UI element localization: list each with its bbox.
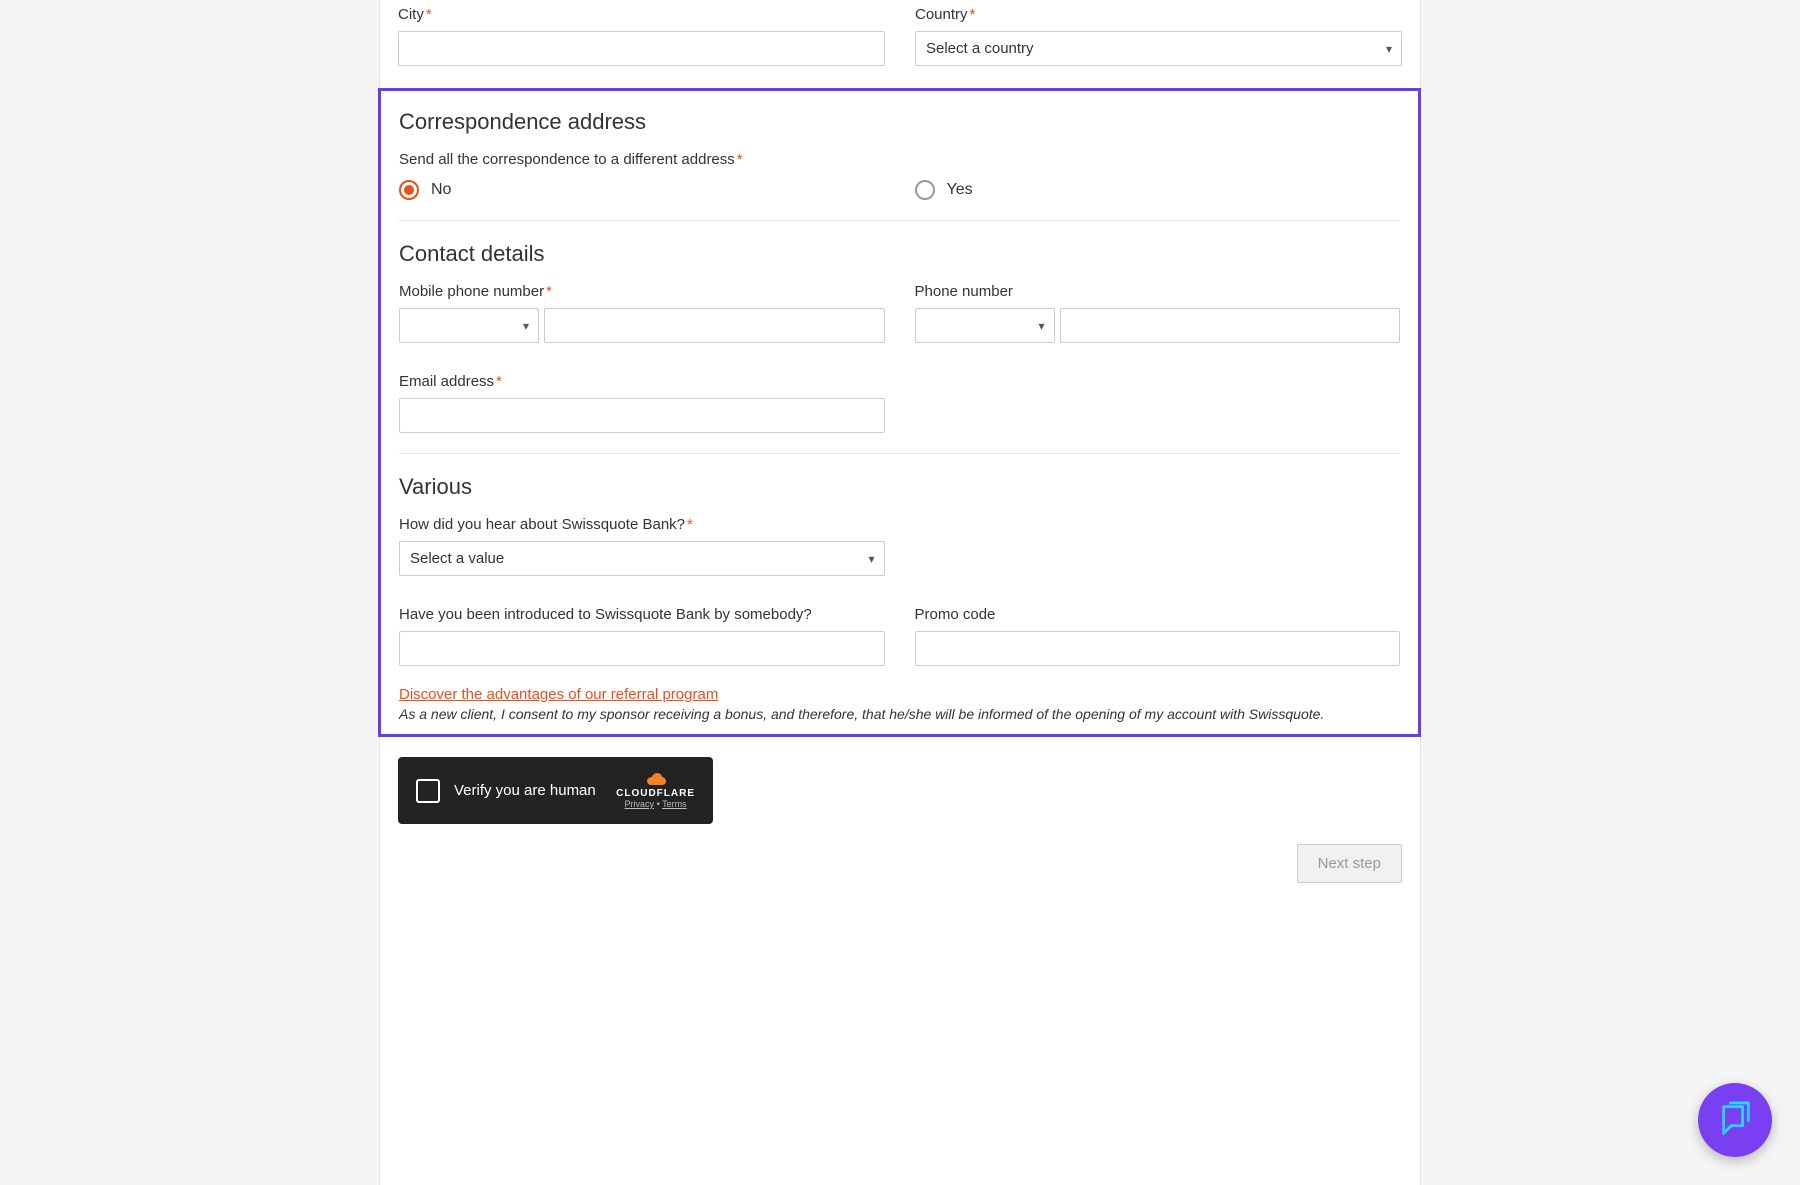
introduced-promo-row: Have you been introduced to Swissquote B… xyxy=(399,606,1400,666)
phone-field: Phone number xyxy=(915,283,1401,343)
correspondence-question: Send all the correspondence to a differe… xyxy=(399,151,1400,168)
cloudflare-cloud-icon xyxy=(644,772,668,786)
introduced-input[interactable] xyxy=(399,631,885,666)
introduced-field: Have you been introduced to Swissquote B… xyxy=(399,606,885,666)
correspondence-radio-group: No Yes xyxy=(399,180,1400,200)
radio-no-label: No xyxy=(431,181,451,199)
promo-label: Promo code xyxy=(915,606,1401,623)
help-chat-icon xyxy=(1716,1101,1754,1139)
email-spacer xyxy=(915,373,1401,433)
consent-text: As a new client, I consent to my sponsor… xyxy=(399,706,1400,722)
captcha-brand-block: CLOUDFLARE Privacy • Terms xyxy=(616,772,695,809)
contact-title: Contact details xyxy=(399,241,1400,267)
radio-option-yes[interactable]: Yes xyxy=(915,180,1401,200)
city-country-row: City Country Select a country xyxy=(398,0,1402,66)
correspondence-title: Correspondence address xyxy=(399,109,1400,135)
cloudflare-brand-text: CLOUDFLARE xyxy=(616,788,695,799)
divider xyxy=(399,453,1400,454)
referral-link[interactable]: Discover the advantages of our referral … xyxy=(399,686,718,703)
help-fab[interactable] xyxy=(1698,1083,1772,1157)
hear-about-row: How did you hear about Swissquote Bank? … xyxy=(399,516,1400,576)
radio-option-no[interactable]: No xyxy=(399,180,885,200)
next-step-button[interactable]: Next step xyxy=(1297,844,1402,883)
city-input[interactable] xyxy=(398,31,885,66)
country-label: Country xyxy=(915,6,1402,23)
radio-no-icon xyxy=(399,180,419,200)
city-label: City xyxy=(398,6,885,23)
captcha-terms-link[interactable]: Terms xyxy=(662,799,687,809)
captcha-text: Verify you are human xyxy=(454,782,596,799)
phone-row: Mobile phone number Phone number xyxy=(399,283,1400,343)
promo-input[interactable] xyxy=(915,631,1401,666)
captcha-privacy-link[interactable]: Privacy xyxy=(625,799,655,809)
footer-row: Next step xyxy=(398,844,1402,883)
promo-field: Promo code xyxy=(915,606,1401,666)
radio-yes-label: Yes xyxy=(947,181,973,199)
phone-number-input[interactable] xyxy=(1060,308,1401,343)
captcha-checkbox[interactable] xyxy=(416,779,440,803)
phone-prefix-select[interactable] xyxy=(915,308,1055,343)
email-input[interactable] xyxy=(399,398,885,433)
email-row: Email address xyxy=(399,373,1400,433)
introduced-label: Have you been introduced to Swissquote B… xyxy=(399,606,885,623)
email-field: Email address xyxy=(399,373,885,433)
mobile-label: Mobile phone number xyxy=(399,283,885,300)
phone-label: Phone number xyxy=(915,283,1401,300)
cloudflare-captcha: Verify you are human CLOUDFLARE Privacy … xyxy=(398,757,713,824)
city-field: City xyxy=(398,6,885,66)
form-container: City Country Select a country Correspond… xyxy=(379,0,1421,1185)
radio-yes-icon xyxy=(915,180,935,200)
mobile-prefix-select[interactable] xyxy=(399,308,539,343)
email-label: Email address xyxy=(399,373,885,390)
hear-about-spacer xyxy=(915,516,1401,576)
highlighted-form-sections: Correspondence address Send all the corr… xyxy=(378,88,1421,737)
hear-about-select[interactable]: Select a value xyxy=(399,541,885,576)
various-title: Various xyxy=(399,474,1400,500)
hear-about-field: How did you hear about Swissquote Bank? … xyxy=(399,516,885,576)
country-field: Country Select a country xyxy=(915,6,1402,66)
mobile-number-input[interactable] xyxy=(544,308,885,343)
country-select[interactable]: Select a country xyxy=(915,31,1402,66)
divider xyxy=(399,220,1400,221)
hear-about-label: How did you hear about Swissquote Bank? xyxy=(399,516,885,533)
mobile-field: Mobile phone number xyxy=(399,283,885,343)
